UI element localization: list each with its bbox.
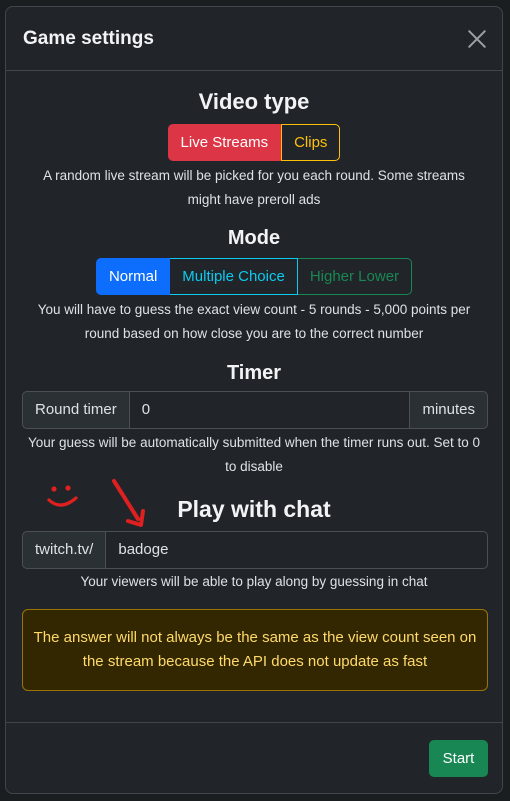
video-type-title: Video type: [198, 89, 310, 114]
warning-alert: The answer will not always be the same a…: [22, 609, 488, 691]
normal-mode-button[interactable]: Normal: [95, 258, 171, 295]
video-type-group-wrap: Live Streams Clips: [6, 124, 502, 161]
mode-title: Mode: [227, 227, 281, 249]
video-type-toggle: Live Streams Clips: [167, 124, 341, 161]
modal-title: Game settings: [23, 27, 154, 49]
mode-toggle: Normal Multiple Choice Higher Lower: [95, 258, 413, 295]
video-type-section: Video type: [6, 89, 502, 115]
clips-button[interactable]: Clips: [281, 124, 341, 161]
chat-title-wrap: Play with chat: [6, 496, 502, 523]
modal-header: Game settings: [6, 7, 502, 71]
modal-footer: Start: [6, 722, 502, 793]
round-timer-label: Round timer: [22, 391, 130, 429]
timer-title: Timer: [226, 362, 282, 384]
close-icon[interactable]: [466, 28, 488, 50]
mode-group-wrap: Normal Multiple Choice Higher Lower: [6, 258, 502, 295]
mode-description: You will have to guess the exact view co…: [37, 302, 471, 341]
timer-title-wrap: Timer: [6, 362, 502, 385]
play-with-chat-title: Play with chat: [177, 496, 331, 522]
timer-description: Your guess will be automatically submitt…: [28, 435, 480, 474]
round-timer-group: Round timer 0 minutes: [22, 391, 488, 429]
round-timer-input[interactable]: 0: [129, 391, 411, 429]
multiple-choice-button[interactable]: Multiple Choice: [170, 258, 298, 295]
video-type-description: A random live stream will be picked for …: [43, 168, 465, 207]
higher-lower-button[interactable]: Higher Lower: [297, 258, 413, 295]
live-streams-button[interactable]: Live Streams: [167, 124, 282, 161]
warning-alert-text: The answer will not always be the same a…: [33, 629, 477, 670]
timer-unit-label: minutes: [410, 391, 488, 429]
twitch-prefix-label: twitch.tv/: [22, 531, 107, 569]
start-button[interactable]: Start: [429, 740, 488, 777]
twitch-channel-input[interactable]: badoge: [106, 531, 488, 569]
mode-title-wrap: Mode: [6, 227, 502, 250]
game-settings-modal: Game settings Video type Live Streams Cl…: [5, 6, 503, 794]
chat-channel-group: twitch.tv/ badoge: [22, 531, 488, 569]
chat-description: Your viewers will be able to play along …: [80, 574, 428, 589]
